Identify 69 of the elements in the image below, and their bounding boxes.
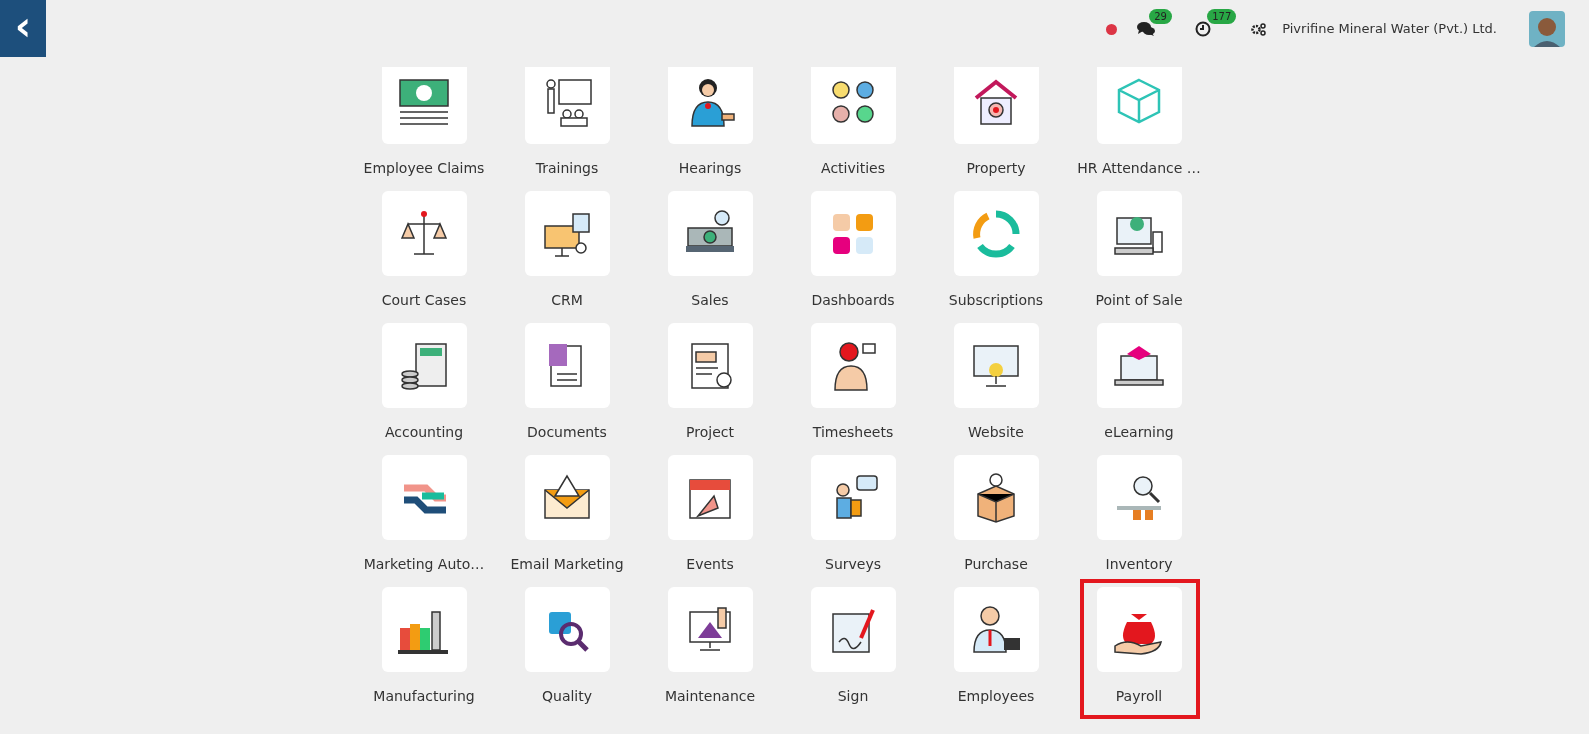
app-label[interactable]: Inventory <box>1105 554 1173 575</box>
status-dot <box>1106 23 1118 35</box>
app-label[interactable]: Documents <box>527 422 607 443</box>
app-label[interactable]: Email Marketing <box>510 554 624 575</box>
app-label[interactable]: Maintenance <box>664 686 756 707</box>
app-label[interactable]: Hearings <box>678 158 742 179</box>
app-tile[interactable] <box>1096 67 1182 144</box>
app-label[interactable]: HR Attendance … <box>1077 158 1201 179</box>
app-tile[interactable] <box>953 587 1039 672</box>
chat-icon[interactable] <box>1137 21 1156 37</box>
company-name[interactable]: Pivrifine Mineral Water (Pvt.) Ltd. <box>1282 19 1497 39</box>
app-tile[interactable] <box>667 323 753 408</box>
app-label[interactable]: Payroll <box>1115 686 1163 707</box>
app-label[interactable]: Sales <box>691 290 729 311</box>
app-label[interactable]: Subscriptions <box>948 290 1044 311</box>
app-tile[interactable] <box>1096 587 1182 672</box>
app-label[interactable]: Dashboards <box>811 290 895 311</box>
clock-icon[interactable] <box>1195 21 1212 37</box>
app-tile[interactable] <box>810 323 896 408</box>
app-tile[interactable] <box>953 67 1039 144</box>
app-label[interactable]: Project <box>686 422 734 443</box>
app-tile[interactable] <box>381 323 467 408</box>
app-tile[interactable] <box>953 191 1039 276</box>
activity-count-badge: 177 <box>1207 9 1237 24</box>
app-tile[interactable] <box>524 191 610 276</box>
app-label[interactable]: Property <box>966 158 1026 179</box>
app-tile[interactable] <box>1096 323 1182 408</box>
app-tile[interactable] <box>1096 455 1182 540</box>
app-tile[interactable] <box>810 191 896 276</box>
app-label[interactable]: Quality <box>542 686 592 707</box>
message-count-badge: 29 <box>1149 9 1172 24</box>
avatar-icon[interactable] <box>1529 11 1565 47</box>
app-label[interactable]: Activities <box>821 158 885 179</box>
app-label[interactable]: Sign <box>837 686 869 707</box>
app-tile[interactable] <box>667 67 753 144</box>
app-tile[interactable] <box>1096 191 1182 276</box>
app-tile[interactable] <box>810 67 896 144</box>
app-label[interactable]: Point of Sale <box>1095 290 1183 311</box>
settings-icon[interactable] <box>1251 22 1267 36</box>
app-tile[interactable] <box>524 323 610 408</box>
app-tile[interactable] <box>953 323 1039 408</box>
app-label[interactable]: Employee Claims <box>363 158 485 179</box>
app-tile[interactable] <box>381 191 467 276</box>
app-tile[interactable] <box>667 455 753 540</box>
app-label[interactable]: eLearning <box>1104 422 1174 443</box>
app-label[interactable]: Manufacturing <box>373 686 475 707</box>
app-label[interactable]: Marketing Auto… <box>363 554 485 575</box>
app-tile[interactable] <box>524 587 610 672</box>
app-tile[interactable] <box>667 191 753 276</box>
app-label[interactable]: Accounting <box>384 422 464 443</box>
app-label[interactable]: Timesheets <box>812 422 894 443</box>
app-tile[interactable] <box>524 67 610 144</box>
back-button[interactable]: ‹ <box>0 0 46 57</box>
app-tile[interactable] <box>953 455 1039 540</box>
app-tile[interactable] <box>810 587 896 672</box>
app-label[interactable]: Events <box>686 554 734 575</box>
app-label[interactable]: Employees <box>957 686 1035 707</box>
app-label[interactable]: Court Cases <box>381 290 467 311</box>
app-label[interactable]: Purchase <box>964 554 1028 575</box>
app-label[interactable]: Trainings <box>535 158 599 179</box>
app-tile[interactable] <box>667 587 753 672</box>
app-label[interactable]: Surveys <box>825 554 881 575</box>
app-tile[interactable] <box>810 455 896 540</box>
app-tile[interactable] <box>381 67 467 144</box>
app-tile[interactable] <box>524 455 610 540</box>
app-tile[interactable] <box>381 587 467 672</box>
app-tile[interactable] <box>381 455 467 540</box>
app-label[interactable]: Website <box>968 422 1024 443</box>
app-label[interactable]: CRM <box>551 290 583 311</box>
